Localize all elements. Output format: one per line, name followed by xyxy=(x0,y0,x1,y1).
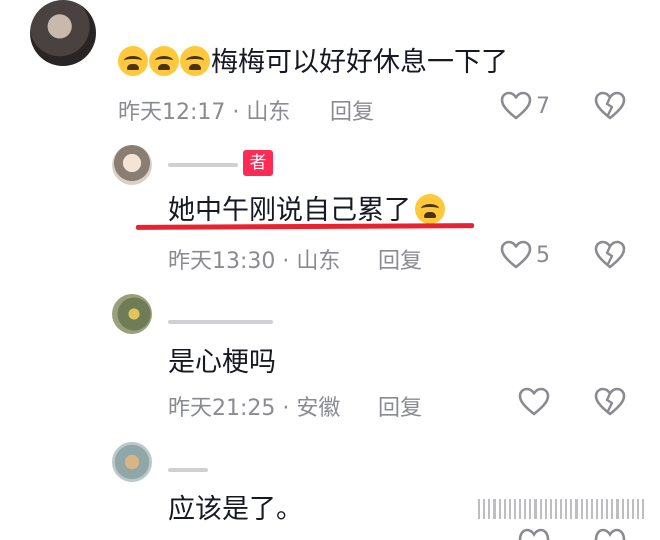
comment-location: 山东 xyxy=(246,100,291,125)
heart-outline-icon[interactable] xyxy=(518,387,550,417)
username-blurred xyxy=(168,468,208,472)
heart-outline-icon[interactable] xyxy=(500,240,532,270)
avatar[interactable] xyxy=(112,294,152,334)
comment-meta-2: 昨天13:30 · 山东 xyxy=(168,243,340,275)
broken-heart-icon[interactable] xyxy=(594,387,626,417)
username-blurred xyxy=(168,320,273,324)
avatar[interactable] xyxy=(112,442,152,482)
heart-outline-icon[interactable] xyxy=(518,528,550,540)
crying-face-emoji xyxy=(149,46,179,76)
reply-button[interactable]: 回复 xyxy=(378,390,422,422)
meta-separator: · xyxy=(282,396,290,421)
crying-face-emoji xyxy=(180,46,210,76)
broken-heart-icon[interactable] xyxy=(594,240,626,270)
avatar[interactable] xyxy=(112,145,152,185)
like-count: 7 xyxy=(536,94,550,119)
reply-button[interactable]: 回复 xyxy=(378,243,422,275)
heart-outline-icon[interactable] xyxy=(500,91,532,121)
comment-text-1: 梅梅可以好好休息一下了 xyxy=(118,40,508,79)
comment-body: 她中午刚说自己累了 xyxy=(168,195,411,226)
meta-separator: · xyxy=(282,249,290,274)
reply-button[interactable]: 回复 xyxy=(330,94,374,126)
meta-separator: · xyxy=(232,100,240,125)
comment-text-2: 她中午刚说自己累了 xyxy=(168,188,446,227)
highlight-underline xyxy=(135,223,475,230)
tired-face-emoji xyxy=(415,194,445,224)
username-blurred xyxy=(168,163,238,167)
crying-face-emoji xyxy=(118,46,148,76)
comment-location: 安徽 xyxy=(296,396,341,421)
comment-meta-3: 昨天21:25 · 安徽 xyxy=(168,390,340,422)
comment-meta-1: 昨天12:17 · 山东 xyxy=(118,94,290,126)
comment-text-4: 应该是了。 xyxy=(168,494,303,525)
comment-location: 山东 xyxy=(296,249,341,274)
comment-text-3: 是心梗吗 xyxy=(168,347,276,378)
comment-time: 昨天21:25 xyxy=(168,396,276,421)
avatar[interactable] xyxy=(30,0,96,66)
author-badge: 者 xyxy=(243,150,273,176)
comment-time: 昨天12:17 xyxy=(118,100,226,125)
watermark xyxy=(478,495,645,523)
comment-body: 梅梅可以好好休息一下了 xyxy=(211,47,508,78)
comment-time: 昨天13:30 xyxy=(168,249,276,274)
broken-heart-icon[interactable] xyxy=(594,528,626,540)
like-count: 5 xyxy=(536,243,550,268)
broken-heart-icon[interactable] xyxy=(594,91,626,121)
